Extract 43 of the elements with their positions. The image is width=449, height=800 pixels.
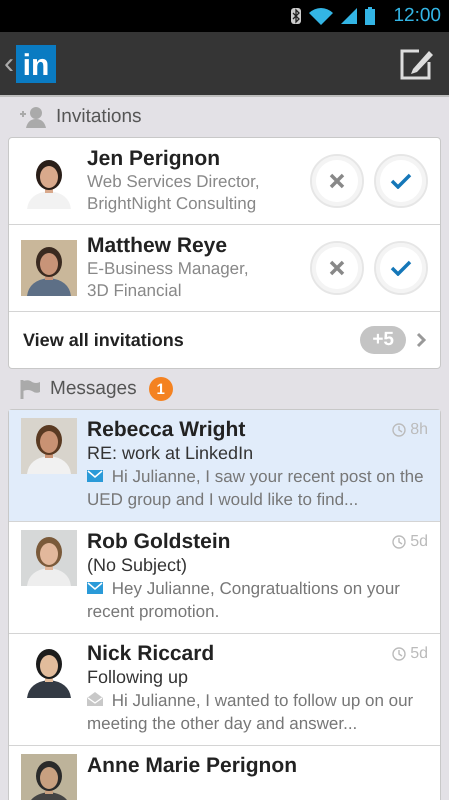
message-time: 8h xyxy=(410,421,428,439)
view-all-row[interactable]: View all invitations +5 xyxy=(9,312,440,368)
checkmark-icon xyxy=(390,260,412,276)
clock-icon xyxy=(392,423,406,437)
section-title: Messages xyxy=(50,378,137,400)
job-title: E-Business Manager, xyxy=(87,258,250,280)
sender-name: Rebecca Wright xyxy=(87,418,246,442)
company-name: 3D Financial xyxy=(87,280,182,302)
wifi-icon xyxy=(309,7,334,25)
message-subject: RE: work at LinkedIn xyxy=(87,442,254,465)
person-name: Jen Perignon xyxy=(87,147,222,171)
company-name: BrightNight Consulting xyxy=(87,193,258,215)
message-preview: Hi Julianne, I saw your recent post on the UED group and I would like to find... xyxy=(87,467,424,509)
message-preview: Hey Julianne, Congratualtions on your recent promotion. xyxy=(87,579,400,621)
job-title: Web Services Director, xyxy=(87,171,261,193)
close-icon xyxy=(329,173,345,189)
clock-icon xyxy=(392,647,406,661)
flag-icon xyxy=(20,378,42,400)
clock-icon xyxy=(392,535,406,549)
sender-name: Anne Marie Perignon xyxy=(87,754,298,778)
chevron-right-icon xyxy=(416,332,426,348)
message-item[interactable]: Rebecca Wright 8h RE: work at LinkedIn Hi Julianne, I saw your recent post on the UED group and I would like to find... xyxy=(9,410,440,522)
decline-button[interactable] xyxy=(310,154,364,208)
sender-name: Rob Goldstein xyxy=(87,530,232,554)
signal-icon xyxy=(341,8,358,24)
message-preview: Hi Julianne, I wanted to follow up on our meeting the other day and answer... xyxy=(87,691,414,733)
message-time: 5d xyxy=(410,533,428,551)
add-person-icon xyxy=(20,106,48,128)
message-subject: Following up xyxy=(87,666,190,689)
sender-name: Nick Riccard xyxy=(87,642,216,666)
checkmark-icon xyxy=(390,173,412,189)
message-time: 5d xyxy=(410,645,428,663)
compose-icon[interactable] xyxy=(399,46,435,80)
view-all-label: View all invitations xyxy=(23,330,185,350)
close-icon xyxy=(329,260,345,276)
count-badge: +5 xyxy=(360,326,406,354)
clock-time: 12:00 xyxy=(393,5,441,27)
section-title: Invitations xyxy=(56,106,142,128)
person-name: Matthew Reye xyxy=(87,234,228,258)
unread-badge: 1 xyxy=(148,377,173,401)
battery-icon xyxy=(365,7,376,25)
bluetooth-icon xyxy=(291,8,302,24)
message-subject: (No Subject) xyxy=(87,554,188,577)
